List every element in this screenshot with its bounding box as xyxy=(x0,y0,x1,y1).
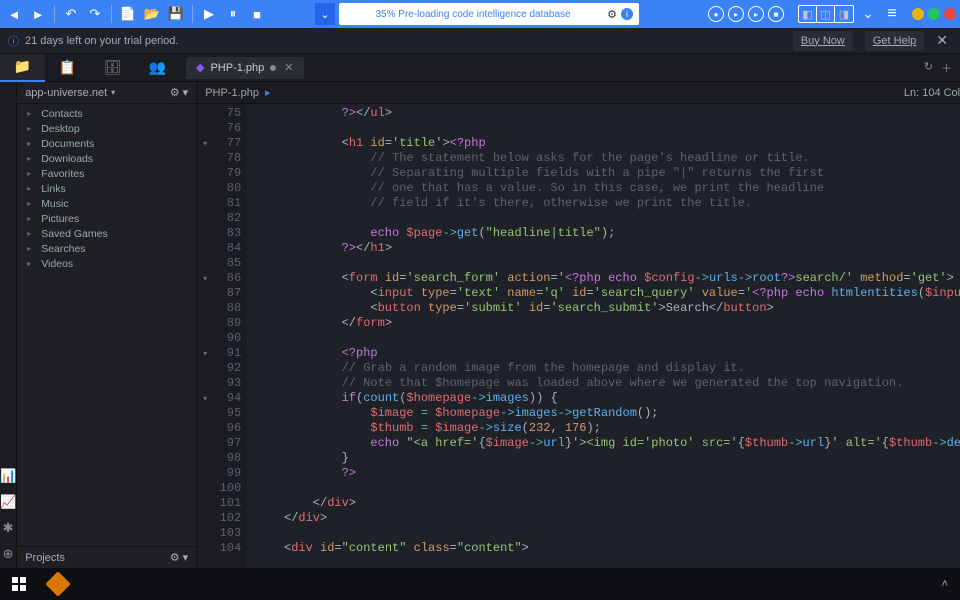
line-chart-icon[interactable]: 📈 xyxy=(0,494,16,510)
tree-item[interactable]: ▸Saved Games xyxy=(17,226,196,241)
layout-right-icon[interactable]: ◨ xyxy=(835,6,853,22)
tab-row: 📁 📋 🗄 👥 ◆ PHP-1.php ✕ ↻ ＋ xyxy=(0,54,960,82)
files-tab-icon[interactable]: 📁 xyxy=(0,54,45,82)
layout-split-icon[interactable]: ◫ xyxy=(817,6,835,22)
get-help-button[interactable]: Get Help xyxy=(865,31,924,51)
users-tab-icon[interactable]: 👥 xyxy=(135,54,180,82)
new-tab-icon[interactable]: ＋ xyxy=(941,60,952,76)
tree-item[interactable]: ▸Desktop xyxy=(17,121,196,136)
new-file-button[interactable]: 📄 xyxy=(118,4,138,24)
address-status: 35% Pre-loading code intelligence databa… xyxy=(345,9,601,20)
tree-item[interactable]: ▸Downloads xyxy=(17,151,196,166)
record-icon[interactable]: ● xyxy=(708,6,724,22)
recent-files-icon[interactable]: ↻ xyxy=(924,60,933,76)
sidebar-gear-icon[interactable]: ⚙ ▾ xyxy=(170,86,188,99)
tree-item[interactable]: ▸Music xyxy=(17,196,196,211)
stop-button[interactable]: ■ xyxy=(247,4,267,24)
breadcrumb-file[interactable]: PHP-1.php xyxy=(205,87,259,99)
sidebar: app-universe.net ▾ ⚙ ▾ ▸Contacts▸Desktop… xyxy=(17,82,197,568)
php-icon: ◆ xyxy=(196,61,204,74)
gear-icon[interactable]: ⚙ xyxy=(607,8,617,21)
history-dropdown[interactable]: ⌄ xyxy=(315,3,335,25)
file-tab-name: PHP-1.php xyxy=(210,62,264,74)
tab-close-icon[interactable]: ✕ xyxy=(284,61,293,74)
buy-now-button[interactable]: Buy Now xyxy=(793,31,853,51)
tree-item[interactable]: ▸Favorites xyxy=(17,166,196,181)
taskbar: ˄ xyxy=(0,568,960,600)
layout-buttons: ◧ ◫ ◨ xyxy=(798,5,854,23)
tree-item[interactable]: ▸Pictures xyxy=(17,211,196,226)
notification-bar: ⓘ 21 days left on your trial period. Buy… xyxy=(0,28,960,54)
notification-close-icon[interactable]: ✕ xyxy=(932,32,952,49)
menu-icon[interactable]: ≡ xyxy=(882,4,902,24)
step-icon[interactable]: ▸ xyxy=(728,6,744,22)
start-button[interactable] xyxy=(4,569,34,599)
tree-item[interactable]: ▸Documents xyxy=(17,136,196,151)
globe-icon[interactable]: ⊕ xyxy=(3,546,14,562)
database-tab-icon[interactable]: 🗄 xyxy=(90,54,135,82)
back-button[interactable]: ◄ xyxy=(4,4,24,24)
redo-button[interactable]: ↷ xyxy=(85,4,105,24)
address-bar[interactable]: 35% Pre-loading code intelligence databa… xyxy=(339,3,639,25)
chart-icon[interactable]: 📊 xyxy=(0,468,16,484)
tree-item[interactable]: ▸Videos xyxy=(17,256,196,271)
app-task-item[interactable] xyxy=(42,570,74,598)
layout-left-icon[interactable]: ◧ xyxy=(799,6,817,22)
file-tab[interactable]: ◆ PHP-1.php ✕ xyxy=(186,57,304,79)
continue-icon[interactable]: ▸ xyxy=(748,6,764,22)
pause-button[interactable]: ⏸ xyxy=(223,4,243,24)
minimize-icon[interactable] xyxy=(912,8,924,20)
breadcrumb-chevron-icon: ▸ xyxy=(265,86,271,99)
debug-buttons: ● ▸ ▸ ■ xyxy=(708,6,784,22)
projects-label[interactable]: Projects xyxy=(25,552,65,564)
tray-up-icon[interactable]: ˄ xyxy=(942,578,948,590)
modified-indicator xyxy=(270,65,276,71)
trial-message: 21 days left on your trial period. xyxy=(25,35,178,47)
tree-item[interactable]: ▸Contacts xyxy=(17,106,196,121)
star-icon[interactable]: ✱ xyxy=(3,520,14,536)
host-dropdown-icon[interactable]: ▾ xyxy=(111,88,115,97)
tree-item[interactable]: ▸Searches xyxy=(17,241,196,256)
save-button[interactable]: 💾 xyxy=(166,4,186,24)
forward-button[interactable]: ► xyxy=(28,4,48,24)
projects-gear-icon[interactable]: ⚙ ▾ xyxy=(170,551,188,564)
activity-bar: 📊 📈 ✱ ⊕ xyxy=(0,82,17,568)
main-toolbar: ◄ ► ↶ ↷ 📄 📂 💾 ▶ ⏸ ■ ⌄ 35% Pre-loading co… xyxy=(0,0,960,28)
info-icon[interactable]: i xyxy=(621,8,633,20)
breadcrumb-bar: PHP-1.php ▸ Ln: 104 Col: 39 UTF-8▾ 👁 PHP… xyxy=(197,82,960,104)
host-name[interactable]: app-universe.net xyxy=(25,87,107,99)
cursor-position[interactable]: Ln: 104 Col: 39 xyxy=(904,87,960,99)
info-icon: ⓘ xyxy=(8,33,19,49)
close-icon[interactable] xyxy=(944,8,956,20)
undo-button[interactable]: ↶ xyxy=(61,4,81,24)
tree-item[interactable]: ▸Links xyxy=(17,181,196,196)
open-button[interactable]: 📂 xyxy=(142,4,162,24)
file-tree: ▸Contacts▸Desktop▸Documents▸Downloads▸Fa… xyxy=(17,104,196,546)
code-editor[interactable]: ▾▾▾▾ 75767778798081828384858687888990919… xyxy=(197,104,960,568)
layout-dropdown[interactable]: ⌄ xyxy=(858,4,878,24)
maximize-icon[interactable] xyxy=(928,8,940,20)
stop-debug-icon[interactable]: ■ xyxy=(768,6,784,22)
run-button[interactable]: ▶ xyxy=(199,4,219,24)
copy-tab-icon[interactable]: 📋 xyxy=(45,54,90,82)
